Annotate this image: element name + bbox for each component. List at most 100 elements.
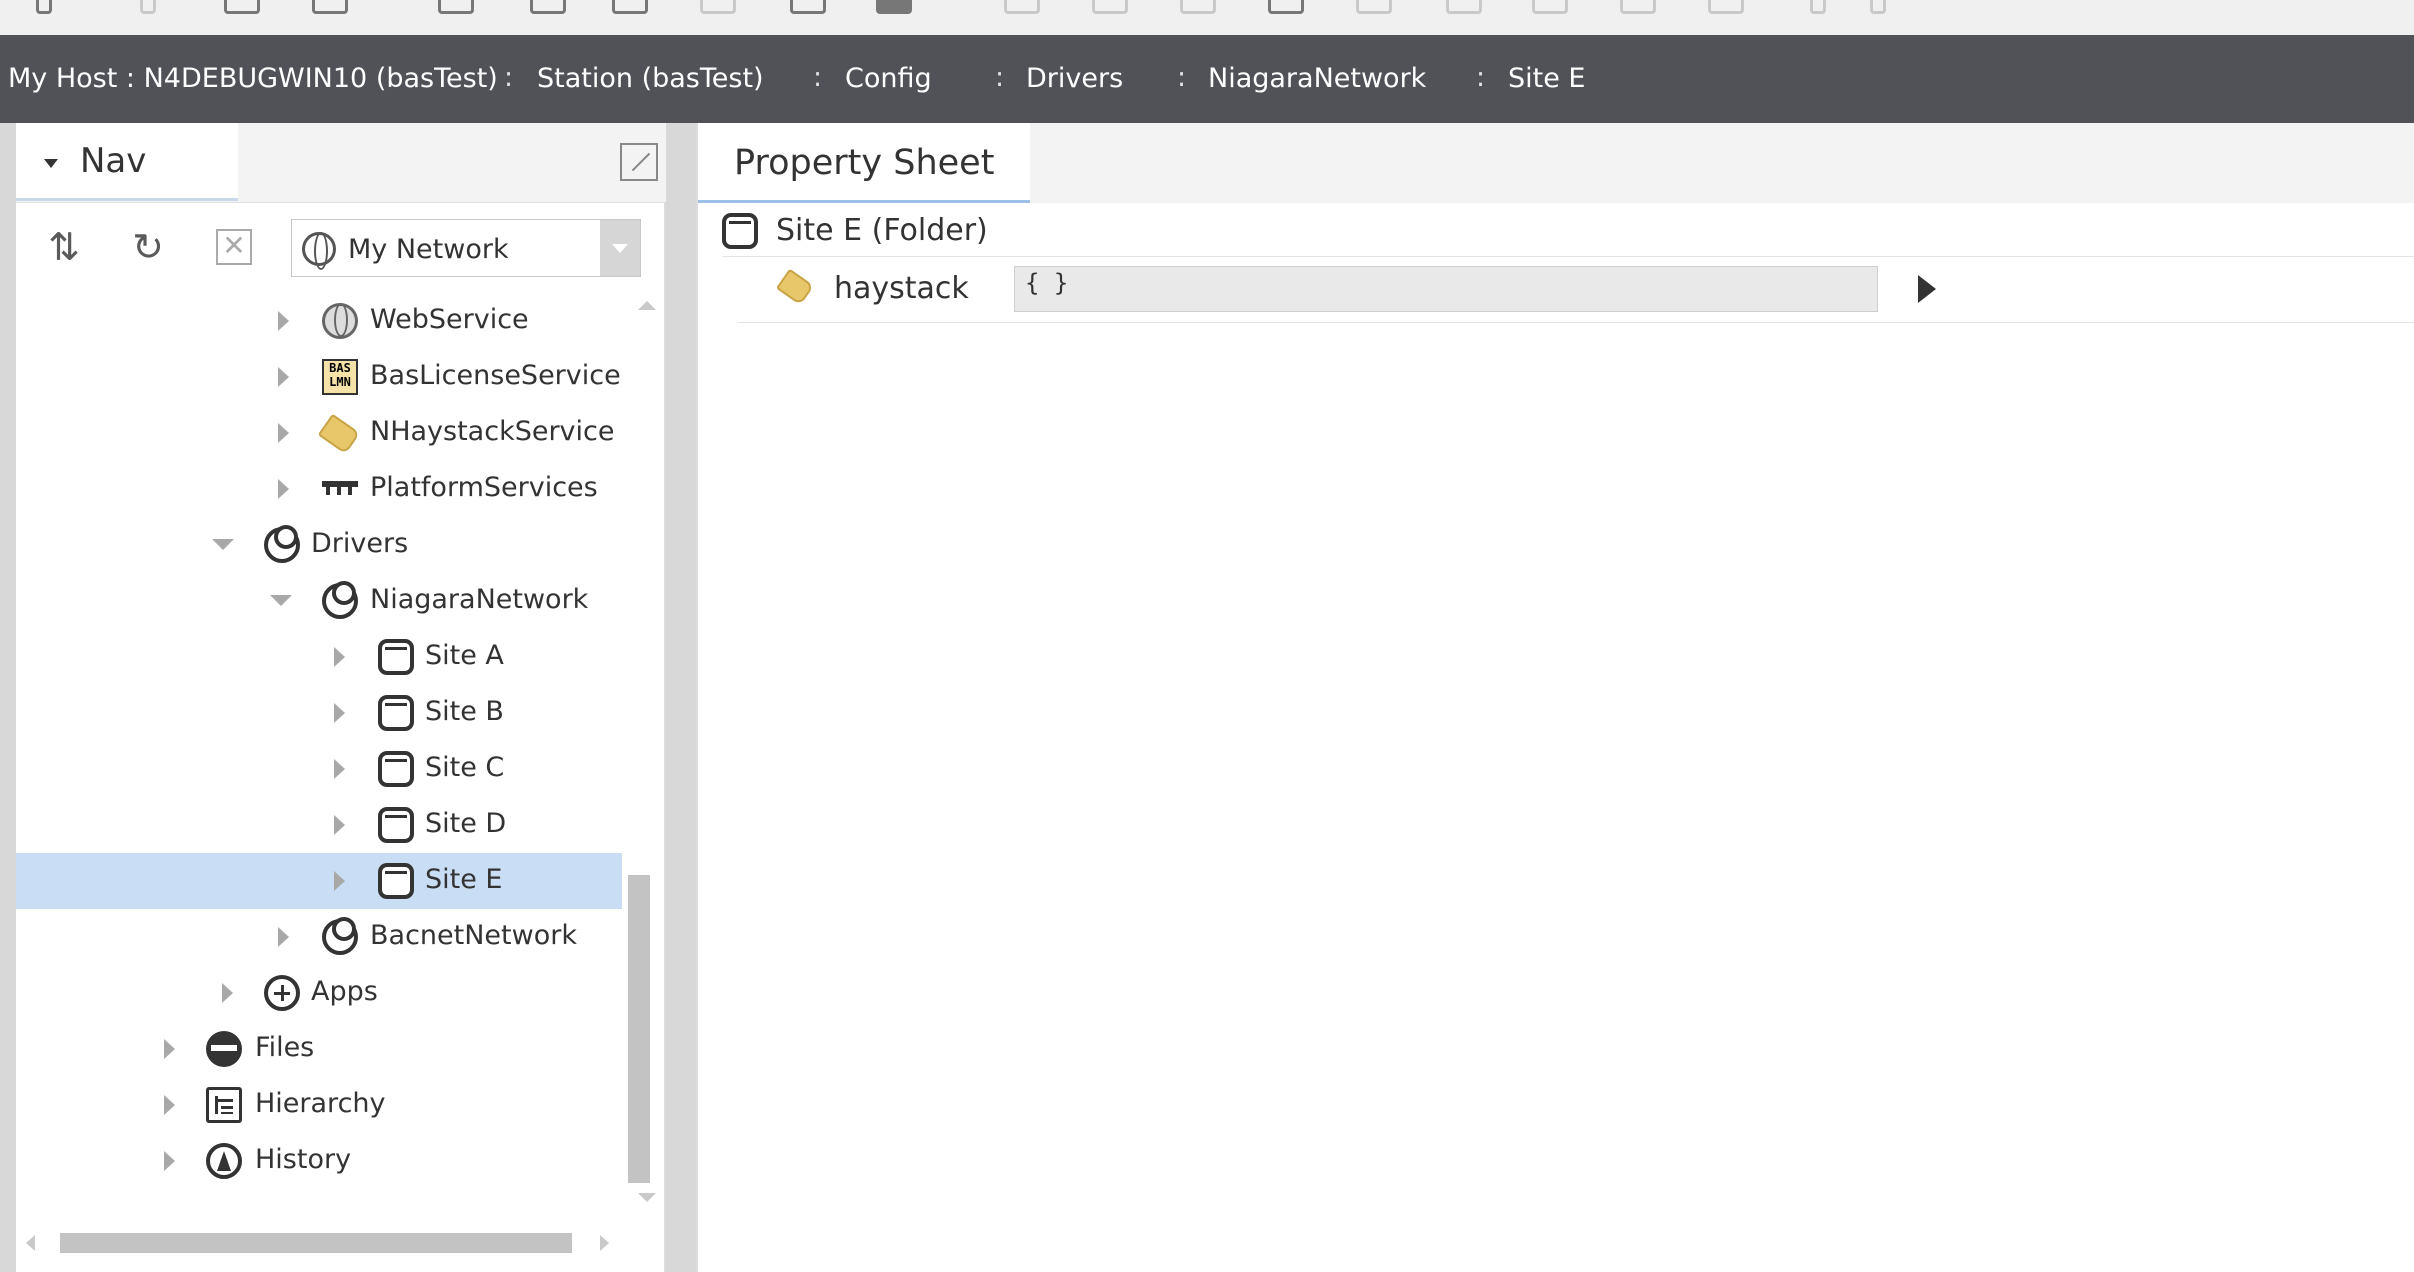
link-icon[interactable] (1446, 0, 1482, 14)
expand-arrow-icon[interactable] (218, 965, 238, 1021)
tree-item-hierarchy[interactable]: Hierarchy (16, 1077, 622, 1133)
history-icon (206, 1143, 242, 1179)
apps-icon (264, 975, 300, 1011)
tree-item-label: BacnetNetwork (370, 920, 577, 951)
delete-icon[interactable] (1708, 0, 1744, 14)
horizontal-scroll-thumb[interactable] (60, 1233, 572, 1253)
collapse-arrow-icon[interactable] (44, 159, 58, 168)
expand-arrow-icon[interactable] (1918, 275, 1936, 303)
crumb-site-e[interactable]: Site E (1508, 35, 1585, 123)
crumb-host[interactable]: My Host : N4DEBUGWIN10 (basTest) (8, 35, 498, 123)
tree-item-site-b[interactable]: Site B (16, 685, 622, 741)
nav-title: Nav (80, 141, 147, 181)
expand-arrow-icon[interactable] (274, 461, 294, 517)
print-icon[interactable] (438, 0, 474, 14)
network-select[interactable]: My Network (291, 219, 641, 277)
close-icon[interactable]: ✕ (216, 229, 252, 265)
duplicate-icon[interactable] (1620, 0, 1656, 14)
tree-item-site-d[interactable]: Site D (16, 797, 622, 853)
property-name: haystack (834, 271, 969, 306)
property-value-field[interactable]: { } (1014, 266, 1878, 312)
nav-tab[interactable]: Nav (16, 123, 238, 201)
expand-arrow-icon[interactable] (330, 741, 350, 797)
refresh-icon[interactable]: ↻ (126, 225, 170, 269)
expand-arrow-icon[interactable] (330, 629, 350, 685)
collapse-arrow-icon[interactable] (270, 573, 292, 629)
hierarchy-icon (206, 1087, 242, 1123)
pause-icon[interactable] (530, 0, 566, 14)
tab-label: Property Sheet (734, 143, 995, 183)
refresh-icon[interactable] (612, 0, 648, 14)
tree-item-apps[interactable]: Apps (16, 965, 622, 1021)
expand-arrow-icon[interactable] (274, 349, 294, 405)
property-sheet-panel: Property Sheet Site E (Folder) haystack … (696, 123, 2414, 1272)
cut-icon[interactable] (1356, 0, 1392, 14)
forward-icon[interactable] (140, 0, 156, 14)
files-icon (206, 1031, 242, 1067)
tree-item-bacnet-network[interactable]: BacnetNetwork (16, 909, 622, 965)
tree-item-label: NHaystackService (370, 416, 615, 447)
nav-panel: Nav ⇅ ↻ ✕ My Network WebService BAS LMN … (16, 123, 666, 1272)
driver-icon (264, 525, 300, 563)
maximize-icon[interactable] (620, 143, 658, 181)
expand-arrow-icon[interactable] (330, 797, 350, 853)
expand-arrow-icon[interactable] (274, 909, 294, 965)
copy-icon[interactable] (1180, 0, 1216, 14)
driver-icon (322, 581, 358, 619)
tree-item-site-a[interactable]: Site A (16, 629, 622, 685)
save-icon[interactable] (312, 0, 348, 14)
new-icon[interactable] (1004, 0, 1040, 14)
sync-icon[interactable]: ⇅ (42, 225, 86, 269)
expand-arrow-icon[interactable] (330, 853, 350, 909)
scroll-down-icon[interactable] (638, 1193, 656, 1202)
menu-icon[interactable] (876, 0, 912, 14)
expand-arrow-icon[interactable] (160, 1133, 180, 1183)
export-icon[interactable] (790, 0, 826, 14)
expand-arrow-icon[interactable] (330, 685, 350, 741)
expand-arrow-icon[interactable] (274, 293, 294, 349)
crumb-drivers[interactable]: Drivers (1026, 35, 1123, 123)
edit-icon[interactable] (1268, 0, 1304, 14)
tree-item-bas-license-service[interactable]: BAS LMN BasLicenseService (16, 349, 622, 405)
crumb-config[interactable]: Config (845, 35, 932, 123)
crumb-niagara-network[interactable]: NiagaraNetwork (1208, 35, 1426, 123)
tree-item-label: Site E (425, 864, 503, 895)
tree-item-nhaystack-service[interactable]: NHaystackService (16, 405, 622, 461)
back-icon[interactable] (36, 0, 52, 14)
crumb-station[interactable]: Station (basTest) (537, 35, 764, 123)
undo-icon[interactable] (700, 0, 736, 14)
expand-arrow-icon[interactable] (160, 1077, 180, 1133)
property-sheet-root[interactable]: Site E (Folder) (722, 203, 2414, 257)
crumb-separator: : (1476, 62, 1486, 93)
expand-arrow-icon[interactable] (160, 1021, 180, 1077)
chevron-down-icon[interactable] (600, 220, 640, 276)
tree-item-niagara-network[interactable]: NiagaraNetwork (16, 573, 622, 629)
folder-icon (378, 751, 414, 787)
expand-arrow-icon[interactable] (274, 405, 294, 461)
scroll-up-icon[interactable] (638, 301, 656, 310)
collapse-arrow-icon[interactable] (212, 517, 234, 573)
tree-item-label: Site B (425, 696, 504, 727)
tree-item-web-service[interactable]: WebService (16, 293, 622, 349)
tree-item-files[interactable]: Files (16, 1021, 622, 1077)
tab-property-sheet[interactable]: Property Sheet (698, 123, 1030, 203)
network-select-value: My Network (348, 234, 509, 265)
new-folder-icon[interactable] (1092, 0, 1128, 14)
scroll-right-icon[interactable] (600, 1235, 609, 1251)
tree-item-label: History (255, 1144, 352, 1175)
home-icon[interactable] (224, 0, 260, 14)
scroll-left-icon[interactable] (26, 1235, 35, 1251)
tree-item-drivers[interactable]: Drivers (16, 517, 622, 573)
tree-item-platform-services[interactable]: PlatformServices (16, 461, 622, 517)
tree-item-label: Hierarchy (255, 1088, 386, 1119)
undo-arrow-icon[interactable] (1810, 0, 1826, 14)
redo-arrow-icon[interactable] (1870, 0, 1886, 14)
tree-item-history[interactable]: History (16, 1133, 622, 1183)
tree-item-site-e[interactable]: Site E (16, 853, 622, 909)
paste-icon[interactable] (1532, 0, 1568, 14)
vertical-scroll-thumb[interactable] (628, 875, 650, 1183)
platform-icon (322, 481, 358, 495)
crumb-separator: : (1177, 62, 1187, 93)
tree-item-site-c[interactable]: Site C (16, 741, 622, 797)
horizontal-scrollbar[interactable] (16, 1223, 628, 1263)
